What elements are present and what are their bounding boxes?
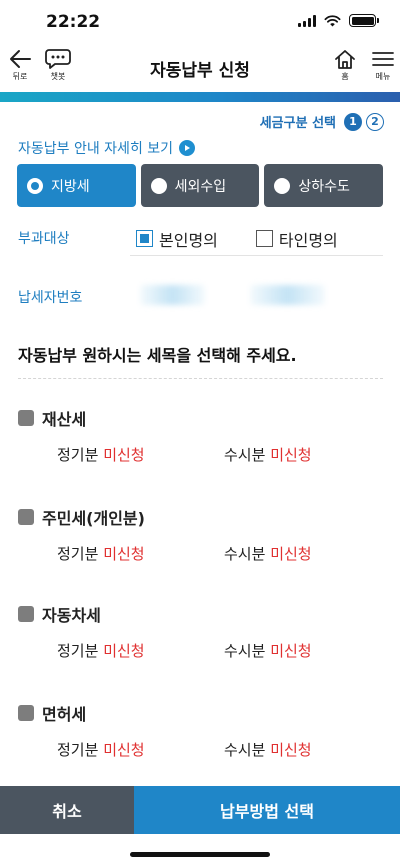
regular-label: 정기분 [57,446,99,464]
home-indicator[interactable] [130,852,270,857]
tax-item-header[interactable]: 주민세(개인분) [18,505,383,529]
hamburger-menu-icon [372,52,394,66]
regular-status-value: 미신청 [103,446,145,464]
app-header: 뒤로 챗봇 자동납부 신청 홈 메뉴 [0,44,400,92]
divider [18,378,383,379]
play-arrow-icon [179,140,196,156]
bottom-action-bar: 취소 납부방법 선택 [0,786,400,834]
occasional-label: 수시분 [224,545,266,563]
regular-status: 정기분 미신청 [57,739,145,760]
checkbox-icon [18,705,34,721]
radio-unselected-icon [150,177,167,194]
select-payment-method-button[interactable]: 납부방법 선택 [134,786,400,834]
tax-item: 면허세 정기분 미신청 수시분 미신청 [18,701,383,759]
home-label: 홈 [341,72,349,81]
occasional-status-value: 미신청 [270,741,312,759]
regular-status: 정기분 미신청 [57,543,145,564]
step-label: 세금구분 선택 [259,116,336,131]
tax-item-name: 주민세(개인분) [42,509,145,528]
tax-item: 주민세(개인분) 정기분 미신청 수시분 미신청 [18,505,383,563]
radio-unselected-icon [274,177,291,194]
header-accent-bar [0,92,400,102]
taxpayer-number-label: 납세자번호 [18,290,83,306]
target-options: 본인명의 타인명의 [130,222,383,256]
target-other-label: 타인명의 [278,230,338,250]
target-label: 부과대상 [18,231,70,247]
occasional-status: 수시분 미신청 [224,543,312,564]
tax-item-name: 재산세 [42,410,87,429]
guide-link[interactable]: 자동납부 안내 자세히 보기 [18,138,196,158]
tax-item-header[interactable]: 재산세 [18,406,383,430]
checkbox-icon [18,606,34,622]
checkbox-checked-icon [136,230,153,247]
cancel-button[interactable]: 취소 [0,786,134,834]
regular-status: 정기분 미신청 [57,444,145,465]
tax-item: 재산세 정기분 미신청 수시분 미신청 [18,406,383,464]
occasional-status-value: 미신청 [270,545,312,563]
status-bar: 22:22 [0,0,400,44]
target-self-option[interactable]: 본인명의 [136,227,218,251]
step-indicator: 세금구분 선택 1 2 [260,112,384,131]
home-icon [335,50,355,69]
taxpayer-number-redacted [250,285,325,305]
occasional-label: 수시분 [224,741,266,759]
target-self-label: 본인명의 [159,230,218,250]
tax-type-tabs: 지방세 세외수입 상하수도 [17,164,384,207]
checkbox-unchecked-icon [255,230,273,247]
battery-icon [349,14,379,27]
tab-water-sewage-label: 상하수도 [298,178,350,195]
status-icons [298,14,379,27]
regular-label: 정기분 [57,545,99,563]
checkbox-icon [18,509,34,525]
occasional-status-value: 미신청 [270,642,312,660]
menu-label: 메뉴 [375,72,391,81]
tab-non-tax-revenue-label: 세외수입 [174,178,227,195]
tab-non-tax-revenue[interactable]: 세외수입 [140,164,260,207]
tax-item-name: 면허세 [42,705,87,724]
occasional-status: 수시분 미신청 [224,640,312,661]
status-time: 22:22 [46,12,101,32]
occasional-status: 수시분 미신청 [224,739,312,760]
target-other-option[interactable]: 타인명의 [255,227,338,251]
tax-item-name: 자동차세 [42,606,101,625]
taxpayer-number-redacted [140,285,205,305]
tab-local-tax[interactable]: 지방세 [17,164,136,207]
regular-status-value: 미신청 [103,545,145,563]
step-1-dot: 1 [344,112,362,131]
guide-link-label: 자동납부 안내 자세히 보기 [18,141,174,157]
wifi-icon [324,14,341,26]
regular-status-value: 미신청 [103,642,145,660]
tab-water-sewage[interactable]: 상하수도 [264,164,384,207]
regular-status: 정기분 미신청 [57,640,145,661]
occasional-status: 수시분 미신청 [224,444,312,465]
tax-item-header[interactable]: 자동차세 [18,602,383,626]
menu-button[interactable]: 메뉴 [372,48,394,82]
occasional-status-value: 미신청 [270,446,312,464]
checkbox-icon [18,410,34,426]
regular-status-value: 미신청 [103,741,145,759]
step-2-dot: 2 [366,112,384,131]
tax-item: 자동차세 정기분 미신청 수시분 미신청 [18,602,383,660]
signal-icon [298,14,316,27]
regular-label: 정기분 [57,741,99,759]
occasional-label: 수시분 [224,642,266,660]
regular-label: 정기분 [57,642,99,660]
radio-selected-icon [27,177,43,194]
instruction-text: 자동납부 원하시는 세목을 선택해 주세요. [18,346,297,365]
home-button[interactable]: 홈 [334,48,356,82]
occasional-label: 수시분 [224,446,266,464]
tab-local-tax-label: 지방세 [51,178,90,195]
tax-item-header[interactable]: 면허세 [18,701,383,725]
